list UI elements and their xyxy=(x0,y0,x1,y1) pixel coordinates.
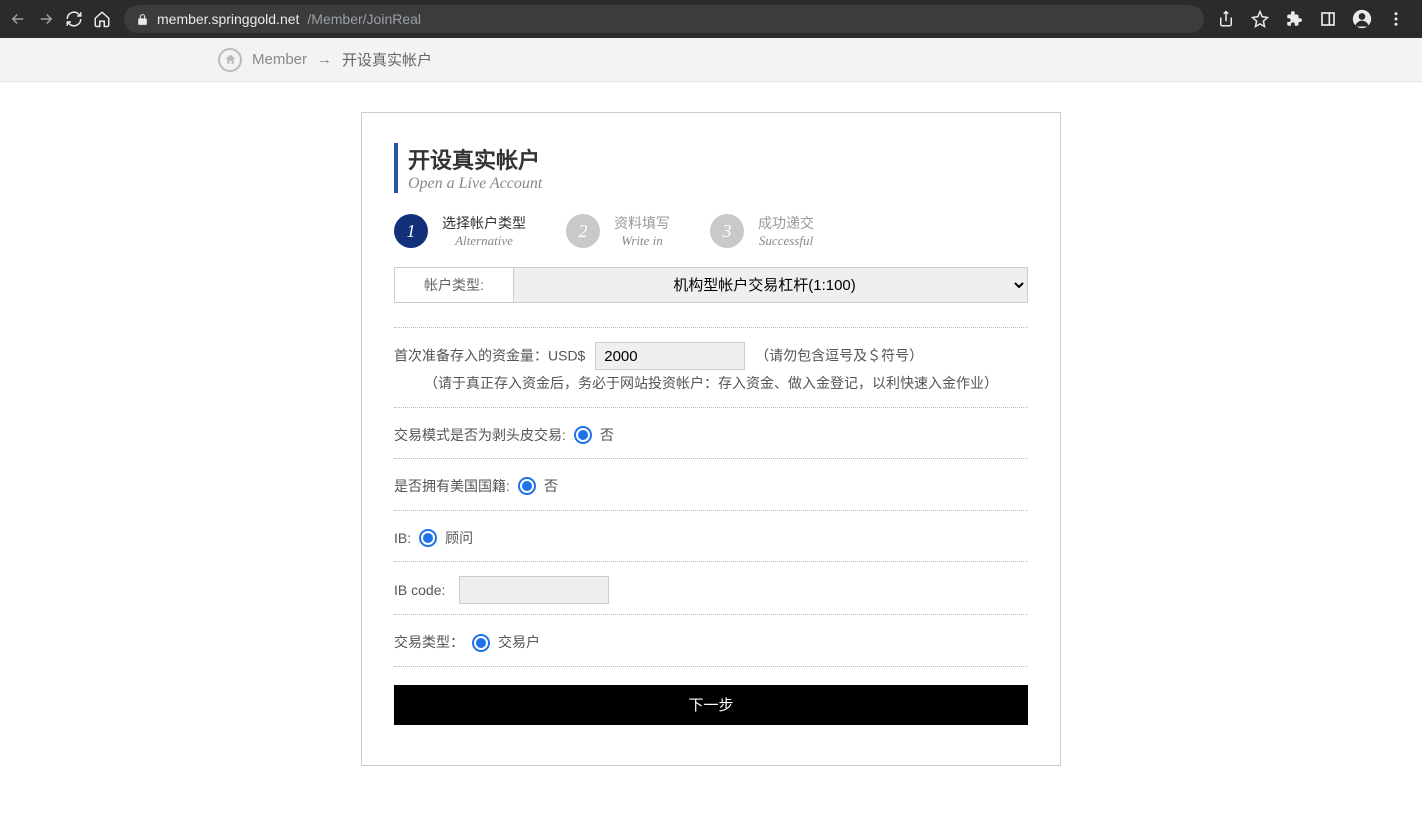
breadcrumb-home[interactable]: Member xyxy=(252,51,307,68)
ib-label: IB: xyxy=(394,525,411,552)
step-3-label-en: Successful xyxy=(758,233,814,249)
step-2: 2 资料填写 Write in xyxy=(566,213,670,249)
step-3: 3 成功递交 Successful xyxy=(710,213,814,249)
step-2-label-en: Write in xyxy=(614,233,670,249)
ibcode-section: IB code: xyxy=(394,561,1028,614)
step-1-label-en: Alternative xyxy=(442,233,526,249)
step-2-label-cn: 资料填写 xyxy=(614,213,670,233)
lock-icon xyxy=(136,13,149,26)
address-bar[interactable]: member.springgold.net/Member/JoinReal xyxy=(124,5,1204,33)
account-type-row: 帐户类型: 机构型帐户交易杠杆(1:100) xyxy=(394,267,1028,303)
extensions-icon[interactable] xyxy=(1284,9,1304,29)
nav-forward-button[interactable] xyxy=(36,9,56,29)
ibcode-input[interactable] xyxy=(459,576,609,604)
scalp-radio-no[interactable] xyxy=(574,426,592,444)
ibcode-label: IB code: xyxy=(394,577,445,604)
next-button[interactable]: 下一步 xyxy=(394,685,1028,725)
ib-radio[interactable] xyxy=(419,529,437,547)
txtype-value: 交易户 xyxy=(498,629,540,656)
deposit-label: 首次准备存入的资金量：USD$ xyxy=(394,348,585,364)
url-path: /Member/JoinReal xyxy=(307,11,421,27)
nav-reload-button[interactable] xyxy=(64,9,84,29)
us-value: 否 xyxy=(544,473,558,500)
account-type-select[interactable]: 机构型帐户交易杠杆(1:100) xyxy=(513,268,1027,302)
scalp-label: 交易模式是否为剥头皮交易: xyxy=(394,422,566,449)
browser-toolbar: member.springgold.net/Member/JoinReal xyxy=(0,0,1422,38)
account-form-card: 开设真实帐户 Open a Live Account 1 选择帐户类型 Alte… xyxy=(361,112,1061,766)
step-2-num: 2 xyxy=(566,214,600,248)
deposit-input[interactable] xyxy=(595,342,745,370)
step-1-num: 1 xyxy=(394,214,428,248)
menu-dots-icon[interactable] xyxy=(1386,9,1406,29)
step-3-label-cn: 成功递交 xyxy=(758,213,814,233)
us-label: 是否拥有美国国籍: xyxy=(394,473,510,500)
deposit-section: 首次准备存入的资金量：USD$ （请勿包含逗号及＄符号） （请于真正存入资金后，… xyxy=(394,327,1028,407)
ib-section: IB: 顾问 xyxy=(394,510,1028,562)
scalp-value: 否 xyxy=(600,422,614,449)
bookmark-star-icon[interactable] xyxy=(1250,9,1270,29)
nav-home-button[interactable] xyxy=(92,9,112,29)
breadcrumb-arrow: → xyxy=(317,51,332,68)
account-type-label: 帐户类型: xyxy=(395,275,513,295)
ib-value: 顾问 xyxy=(445,525,473,552)
txtype-section: 交易类型： 交易户 xyxy=(394,614,1028,667)
step-1: 1 选择帐户类型 Alternative xyxy=(394,213,526,249)
deposit-hint: （请勿包含逗号及＄符号） xyxy=(755,348,923,364)
deposit-note: （请于真正存入资金后，务必于网站投资帐户：存入资金、做入金登记，以利快速入金作业… xyxy=(394,370,1028,397)
page-title: 开设真实帐户 xyxy=(408,143,1028,175)
stepper: 1 选择帐户类型 Alternative 2 资料填写 Write in 3 成… xyxy=(394,213,1028,249)
us-citizen-section: 是否拥有美国国籍: 否 xyxy=(394,458,1028,510)
breadcrumb-current: 开设真实帐户 xyxy=(342,49,432,70)
txtype-label: 交易类型： xyxy=(394,629,464,656)
profile-avatar-icon[interactable] xyxy=(1352,9,1372,29)
url-domain: member.springgold.net xyxy=(157,11,299,27)
page-subtitle: Open a Live Account xyxy=(408,175,1028,193)
step-1-label-cn: 选择帐户类型 xyxy=(442,213,526,233)
txtype-radio[interactable] xyxy=(472,634,490,652)
us-radio-no[interactable] xyxy=(518,477,536,495)
step-3-num: 3 xyxy=(710,214,744,248)
panel-icon[interactable] xyxy=(1318,9,1338,29)
scalp-section: 交易模式是否为剥头皮交易: 否 xyxy=(394,407,1028,459)
breadcrumb: Member → 开设真实帐户 xyxy=(0,38,1422,82)
nav-back-button[interactable] xyxy=(8,9,28,29)
share-icon[interactable] xyxy=(1216,9,1236,29)
home-icon[interactable] xyxy=(218,48,242,72)
